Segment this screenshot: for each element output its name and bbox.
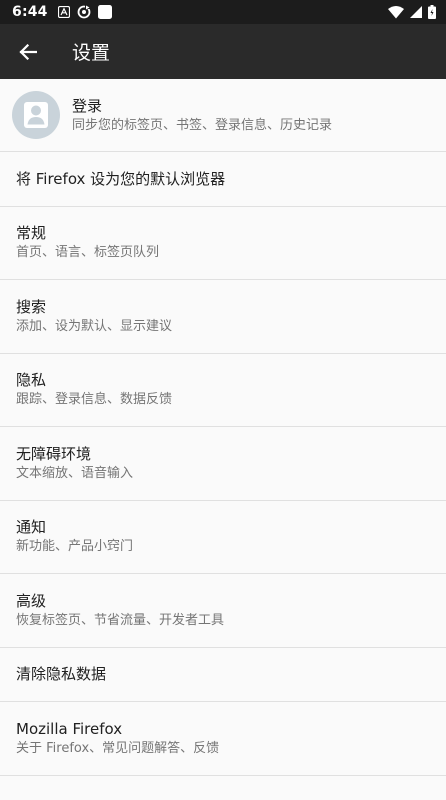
settings-item-set-default-browser[interactable]: 将 Firefox 设为您的默认浏览器 [0,152,446,207]
settings-item-notifications[interactable]: 通知 新功能、产品小窍门 [0,501,446,574]
settings-item-subtitle: 恢复标签页、节省流量、开发者工具 [16,612,225,628]
settings-item-subtitle: 首页、语言、标签页队列 [16,245,160,261]
settings-item-title: 通知 [16,518,47,537]
settings-item-title: 搜索 [16,297,47,316]
cellular-signal-icon [410,6,422,18]
arrow-left-icon [19,43,37,60]
settings-item-title: 隐私 [16,371,47,390]
back-button[interactable] [0,24,56,79]
settings-item-privacy[interactable]: 隐私 跟踪、登录信息、数据反馈 [0,354,446,427]
status-time: 6:44 [12,4,48,20]
settings-item-search[interactable]: 搜索 添加、设为默认、显示建议 [0,280,446,354]
settings-item-subtitle: 添加、设为默认、显示建议 [16,318,173,334]
settings-item-title: 无障碍环境 [16,444,92,463]
settings-item-accessibility[interactable]: 无障碍环境 文本缩放、语音输入 [0,427,446,501]
settings-item-title: 高级 [16,591,47,610]
page-title: 设置 [72,42,111,64]
settings-item-clear-private-data[interactable]: 清除隐私数据 [0,648,446,702]
settings-item-title: 将 Firefox 设为您的默认浏览器 [16,169,226,188]
notification-square-icon [97,5,112,19]
settings-item-mozilla-firefox[interactable]: Mozilla Firefox 关于 Firefox、常见问题解答、反馈 [0,702,446,776]
settings-item-title: 清除隐私数据 [16,665,107,684]
account-sign-in-item[interactable]: 登录 同步您的标签页、书签、登录信息、历史记录 [0,79,446,152]
avatar [12,91,60,139]
settings-item-subtitle: 关于 Firefox、常见问题解答、反馈 [16,740,220,756]
battery-icon [428,5,436,19]
settings-item-title: Mozilla Firefox [16,719,123,738]
settings-item-general[interactable]: 常规 首页、语言、标签页队列 [0,207,446,280]
settings-item-subtitle: 新功能、产品小窍门 [16,539,134,555]
notification-a-icon [57,6,70,18]
settings-item-title: 常规 [16,224,47,243]
account-subtitle: 同步您的标签页、书签、登录信息、历史记录 [72,117,333,133]
status-bar: 6:44 [0,0,446,24]
settings-item-advanced[interactable]: 高级 恢复标签页、节省流量、开发者工具 [0,574,446,648]
status-notification-icons [57,5,112,19]
wifi-icon [388,5,404,18]
app-bar: 设置 [0,24,446,79]
settings-item-subtitle: 跟踪、登录信息、数据反馈 [16,392,173,408]
settings-list: 登录 同步您的标签页、书签、登录信息、历史记录 将 Firefox 设为您的默认… [0,79,446,776]
notification-sync-icon [77,5,91,19]
settings-item-subtitle: 文本缩放、语音输入 [16,465,134,481]
user-silhouette-icon [24,102,48,128]
account-title: 登录 [72,96,103,115]
